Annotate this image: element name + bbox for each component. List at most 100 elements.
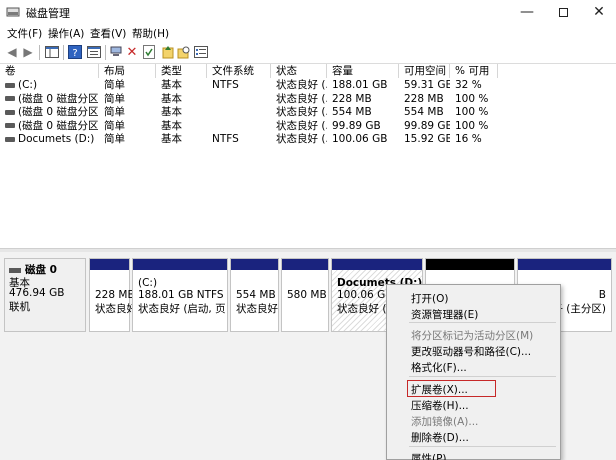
- menu-item-add-mirror[interactable]: 添加镜像(A)...: [411, 414, 478, 429]
- volume-icon: [5, 136, 15, 142]
- properties-icon[interactable]: [86, 44, 102, 60]
- menu-separator: [409, 446, 556, 447]
- table-row[interactable]: (磁盘 0 磁盘分区 3) 简单 基本 状态良好 (... 554 MB 554…: [0, 106, 616, 120]
- close-button[interactable]: ✕: [576, 0, 616, 24]
- volume-cell: (C:): [0, 79, 99, 92]
- menu-item-shrink-volume[interactable]: 压缩卷(H)...: [411, 398, 469, 413]
- status-cell: 状态良好 (...: [276, 79, 327, 91]
- menu-separator: [409, 322, 556, 323]
- column-header-status[interactable]: 状态: [271, 64, 327, 78]
- volume-cell: (磁盘 0 磁盘分区 3): [0, 106, 99, 119]
- connect-icon[interactable]: [108, 44, 124, 60]
- menu-view[interactable]: 查看(V): [90, 26, 126, 41]
- volume-icon: [5, 123, 15, 128]
- table-row[interactable]: (磁盘 0 磁盘分区 1) 简单 基本 状态良好 (... 228 MB 228…: [0, 93, 616, 107]
- percent-free-cell: 16 %: [455, 133, 482, 145]
- table-row[interactable]: (C:) 简单 基本 NTFS 状态良好 (... 188.01 GB 59.3…: [0, 79, 616, 93]
- partition-size: 554 MB: [236, 289, 276, 301]
- context-menu: 打开(O) 资源管理器(E) 将分区标记为活动分区(M) 更改驱动器号和路径(C…: [386, 284, 561, 460]
- menu-item-mark-active[interactable]: 将分区标记为活动分区(M): [411, 328, 533, 343]
- partition-size: 188.01 GB NTFS: [138, 289, 224, 301]
- back-arrow-icon[interactable]: ◀: [4, 44, 20, 60]
- percent-free-cell: 100 %: [455, 92, 489, 105]
- status-cell: 状态良好 (...: [276, 119, 327, 132]
- partition-size: B: [598, 289, 606, 301]
- volume-list: 卷 布局 类型 文件系统 状态 容量 可用空间 % 可用 (C:) 简单 基本 …: [0, 64, 616, 248]
- column-header-free-space[interactable]: 可用空间: [399, 64, 450, 78]
- column-header-type[interactable]: 类型: [156, 64, 207, 78]
- partition-bar: [282, 259, 328, 270]
- disk-management-icon: [6, 7, 20, 17]
- check-icon[interactable]: [141, 44, 157, 60]
- status-cell: 状态良好 (...: [276, 133, 327, 145]
- status-cell: 状态良好 (...: [276, 92, 327, 105]
- menu-action[interactable]: 操作(A): [48, 26, 84, 41]
- free-space-cell: 554 MB: [404, 106, 444, 118]
- table-row[interactable]: (磁盘 0 磁盘分区 6) 简单 基本 状态良好 (... 99.89 GB 9…: [0, 120, 616, 134]
- disk-icon: [9, 267, 21, 273]
- partition-bar: [332, 259, 422, 270]
- percent-free-cell: 100 %: [455, 106, 489, 118]
- forward-arrow-icon[interactable]: ▶: [20, 44, 36, 60]
- menu-item-explorer[interactable]: 资源管理器(E): [411, 307, 478, 322]
- menu-item-properties[interactable]: 属性(P): [411, 451, 447, 460]
- layout-cell: 简单: [104, 133, 125, 145]
- console-tree-icon[interactable]: [44, 44, 60, 60]
- toolbar-separator: [105, 45, 106, 60]
- partition-block-c[interactable]: (C:) 188.01 GB NTFS 状态良好 (启动, 页面文: [132, 258, 228, 332]
- search-folder-icon[interactable]: [176, 44, 192, 60]
- status-cell: 状态良好 (...: [276, 106, 327, 118]
- capacity-cell: 554 MB: [332, 106, 372, 118]
- help-icon[interactable]: ?: [67, 44, 83, 60]
- menu-item-format[interactable]: 格式化(F)...: [411, 360, 467, 375]
- disk-size: 476.94 GB: [9, 287, 65, 299]
- upload-icon[interactable]: [160, 44, 176, 60]
- free-space-cell: 228 MB: [404, 92, 444, 105]
- menu-item-open[interactable]: 打开(O): [411, 291, 448, 306]
- type-cell: 基本: [161, 106, 182, 118]
- column-header-percent-free[interactable]: % 可用: [450, 64, 498, 78]
- filesystem-cell: NTFS: [212, 133, 239, 145]
- column-header-filesystem[interactable]: 文件系统: [207, 64, 271, 78]
- type-cell: 基本: [161, 133, 182, 145]
- disk-status: 联机: [9, 301, 30, 313]
- percent-free-cell: 100 %: [455, 119, 489, 132]
- toolbar: ◀ ▶ ? ✕: [0, 42, 616, 64]
- partition-size: 580 MB: [287, 289, 327, 301]
- menu-item-change-drive-letter[interactable]: 更改驱动器号和路径(C)...: [411, 344, 531, 359]
- capacity-cell: 228 MB: [332, 92, 372, 105]
- capacity-cell: 100.06 GB: [332, 133, 388, 145]
- title-bar: 磁盘管理 — ✕: [0, 0, 616, 24]
- column-header-capacity[interactable]: 容量: [327, 64, 399, 78]
- delete-icon[interactable]: ✕: [124, 44, 140, 60]
- percent-free-cell: 32 %: [455, 79, 482, 91]
- layout-cell: 简单: [104, 106, 125, 118]
- type-cell: 基本: [161, 119, 182, 132]
- partition-bar: [133, 259, 227, 270]
- type-cell: 基本: [161, 79, 182, 91]
- partition-block[interactable]: 580 MB: [281, 258, 329, 332]
- type-cell: 基本: [161, 92, 182, 105]
- table-row[interactable]: Documets (D:) 简单 基本 NTFS 状态良好 (... 100.0…: [0, 133, 616, 147]
- menu-file[interactable]: 文件(F): [7, 26, 42, 41]
- partition-size: 228 MB: [95, 289, 135, 301]
- list-view-icon[interactable]: [193, 44, 209, 60]
- partition-bar: [518, 259, 611, 270]
- partition-status: 状态良好: [236, 303, 278, 315]
- menu-item-delete-volume[interactable]: 删除卷(D)...: [411, 430, 469, 445]
- volume-cell: (磁盘 0 磁盘分区 1): [0, 93, 99, 106]
- layout-cell: 简单: [104, 119, 125, 132]
- partition-block[interactable]: 554 MB 状态良好: [230, 258, 279, 332]
- disk-info-box[interactable]: 磁盘 0 基本 476.94 GB 联机: [4, 258, 86, 332]
- unallocated-bar: [426, 259, 514, 270]
- menu-item-extend-volume[interactable]: 扩展卷(X)...: [411, 382, 468, 397]
- column-header-layout[interactable]: 布局: [99, 64, 156, 78]
- menu-separator: [409, 376, 556, 377]
- menu-help[interactable]: 帮助(H): [132, 26, 169, 41]
- volume-icon: [5, 96, 15, 101]
- free-space-cell: 99.89 GB: [404, 119, 450, 132]
- partition-status: 状态良好: [95, 303, 137, 315]
- maximize-icon: [558, 7, 568, 17]
- partition-block[interactable]: 228 MB 状态良好: [89, 258, 137, 332]
- column-header-volume[interactable]: 卷: [0, 64, 99, 78]
